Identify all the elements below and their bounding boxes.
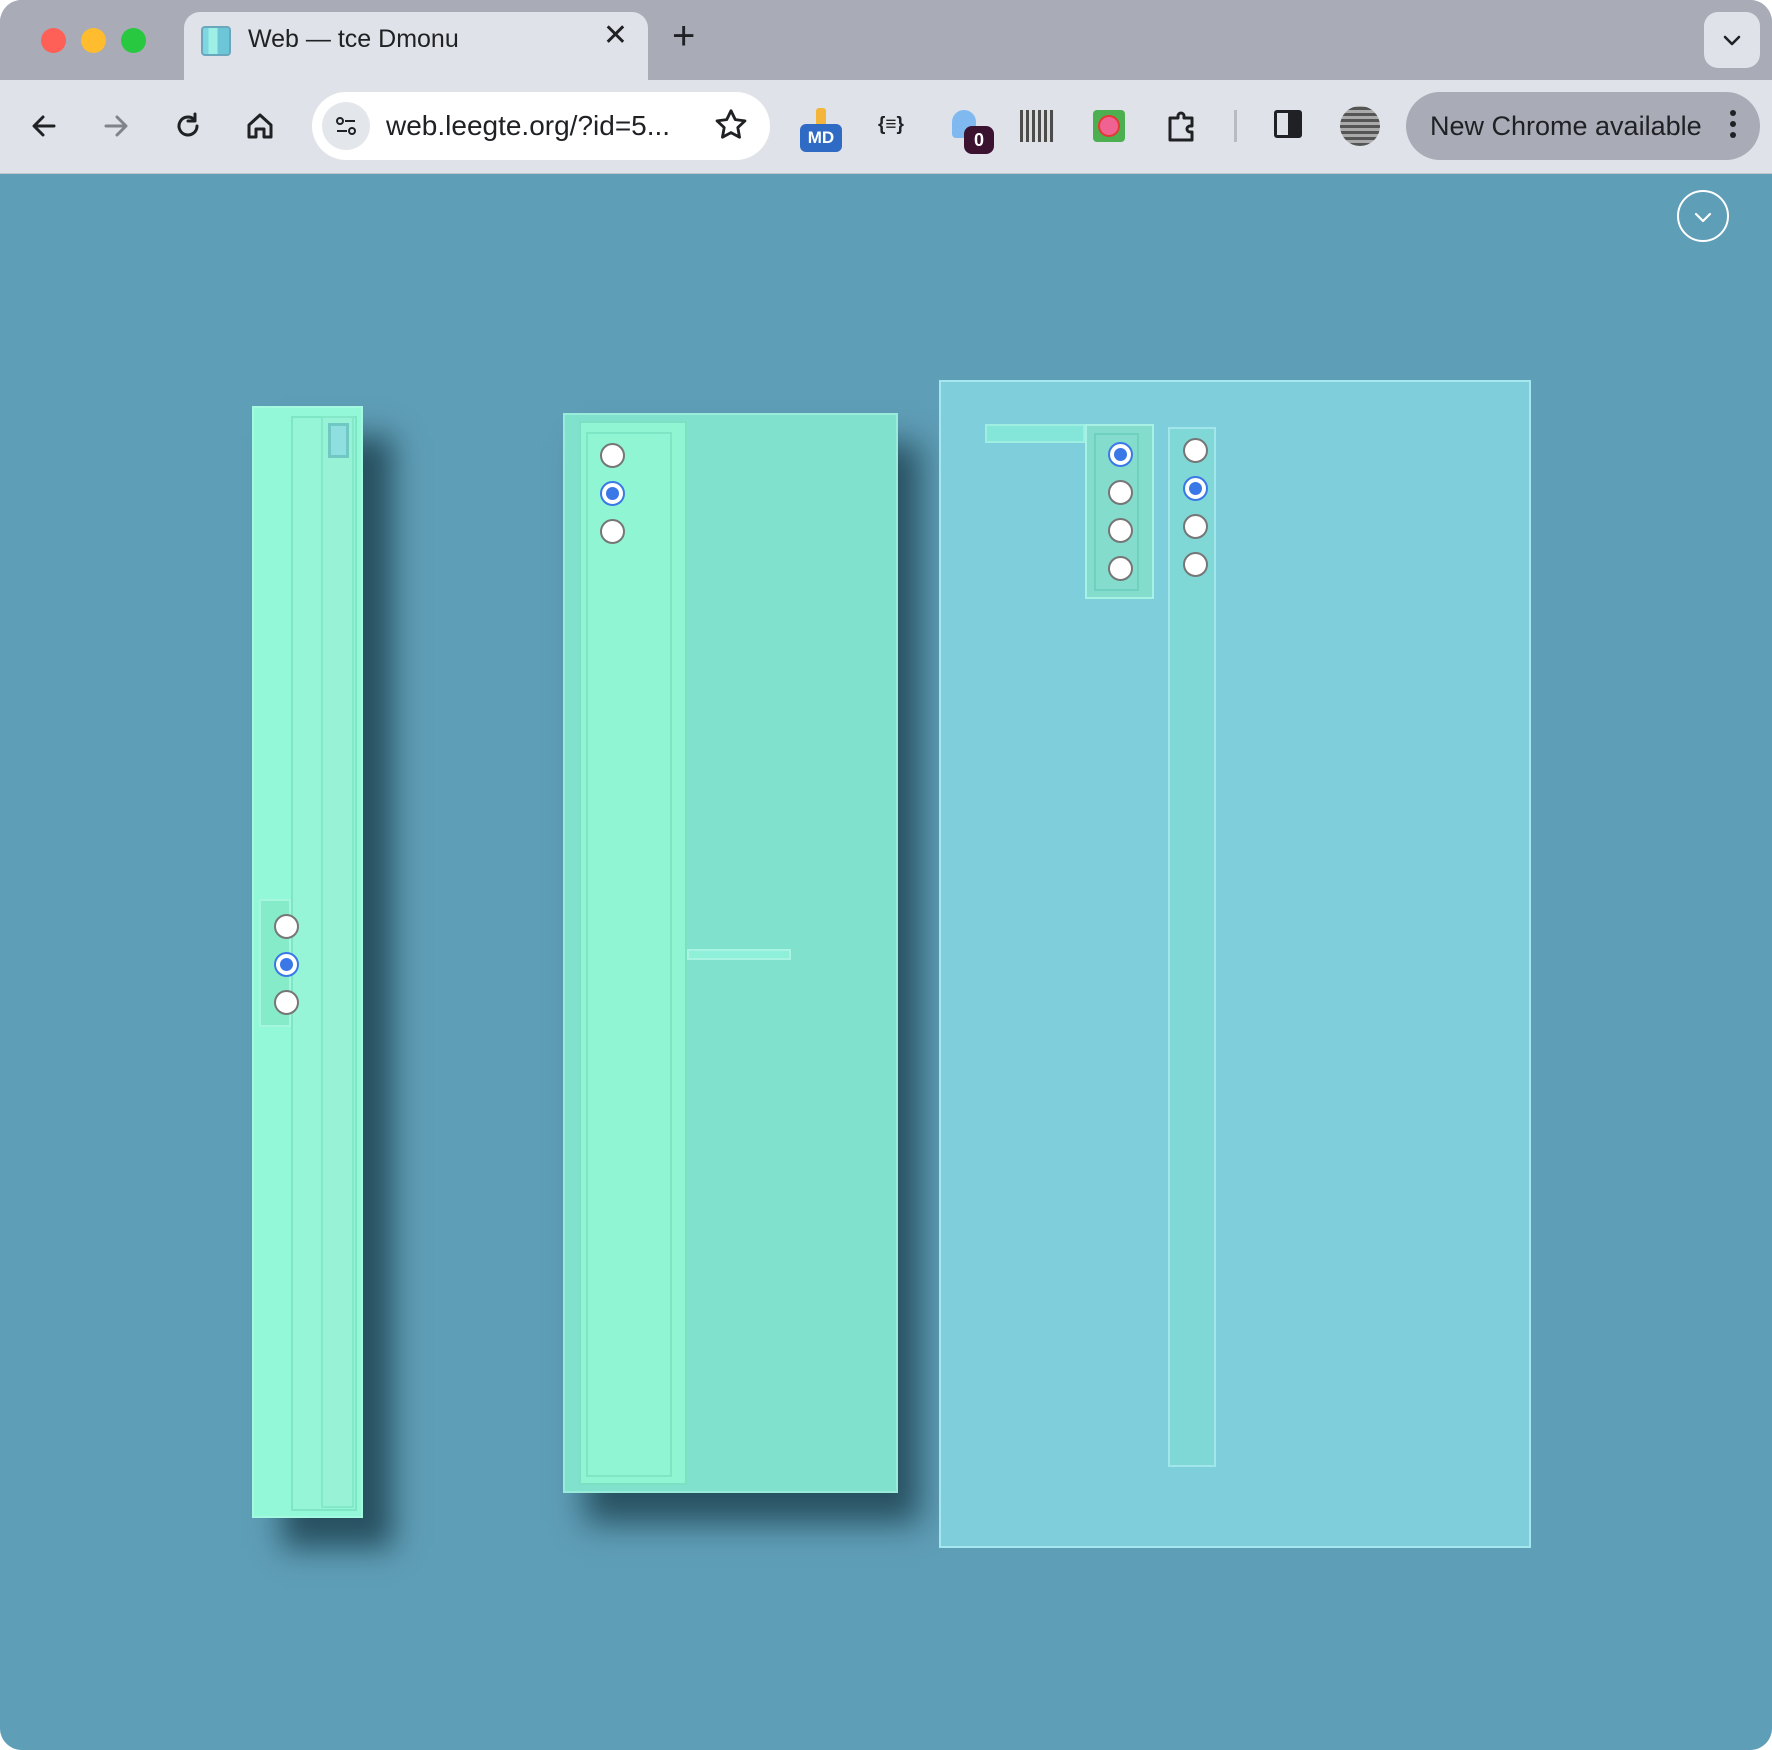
middle-panel-column-inner — [586, 432, 672, 1477]
right-radio-a3[interactable] — [1108, 518, 1133, 543]
close-window-button[interactable] — [41, 28, 66, 53]
right-radio-b3[interactable] — [1183, 514, 1208, 539]
favicon-icon — [201, 26, 231, 56]
side-panel-icon[interactable] — [1274, 110, 1302, 138]
right-radio-b4[interactable] — [1183, 552, 1208, 577]
tab-close-icon[interactable]: ✕ — [603, 21, 628, 51]
left-radio-3[interactable] — [274, 990, 299, 1015]
right-panel-bar — [985, 424, 1085, 443]
left-radio-1[interactable] — [274, 914, 299, 939]
extension-md-icon[interactable]: MD — [800, 124, 842, 152]
browser-window: Web — tce Dmonu ✕ + web.leegte.org/?id=5… — [0, 0, 1772, 1750]
right-panel — [939, 380, 1531, 1548]
site-info-button[interactable] — [322, 102, 370, 150]
url-text: web.leegte.org/?id=5... — [386, 110, 671, 141]
right-radio-group-2 — [1168, 427, 1216, 1467]
right-radio-b1[interactable] — [1183, 438, 1208, 463]
chrome-update-label: New Chrome available — [1430, 111, 1702, 141]
extension-md-icon-top — [816, 108, 826, 124]
profile-avatar[interactable] — [1340, 106, 1380, 146]
tab-strip: Web — tce Dmonu ✕ + — [0, 0, 1772, 80]
back-arrow-icon[interactable] — [26, 108, 62, 144]
forward-arrow-icon[interactable] — [98, 108, 134, 144]
tab-search-button[interactable] — [1704, 12, 1760, 68]
tune-icon — [336, 117, 356, 135]
middle-panel-divider — [687, 949, 791, 960]
address-bar[interactable]: web.leegte.org/?id=5... — [312, 92, 770, 160]
right-radio-a4[interactable] — [1108, 556, 1133, 581]
home-icon[interactable] — [242, 108, 278, 144]
scroll-down-button[interactable] — [1677, 190, 1729, 242]
extension-json-icon[interactable]: {≡} — [878, 114, 904, 136]
middle-radio-3[interactable] — [600, 519, 625, 544]
chevron-down-icon — [1694, 212, 1712, 223]
left-panel-inner-strip — [321, 416, 354, 1508]
chrome-update-button[interactable]: New Chrome available — [1406, 92, 1760, 160]
chevron-down-icon — [1723, 35, 1741, 46]
reload-icon[interactable] — [170, 108, 206, 144]
toolbar-separator — [1234, 110, 1237, 142]
minimize-window-button[interactable] — [81, 28, 106, 53]
left-panel-small-box — [328, 423, 349, 458]
maximize-window-button[interactable] — [121, 28, 146, 53]
tab-title: Web — tce Dmonu — [248, 25, 459, 53]
right-radio-a1[interactable] — [1108, 442, 1133, 467]
tab-active[interactable]: Web — tce Dmonu ✕ — [184, 12, 648, 80]
right-radio-b2[interactable] — [1183, 476, 1208, 501]
bookmark-star-icon[interactable] — [712, 106, 750, 144]
right-radio-a2[interactable] — [1108, 480, 1133, 505]
extension-image-icon[interactable] — [1020, 110, 1054, 142]
left-radio-2[interactable] — [274, 952, 299, 977]
extension-ghost-badge: 0 — [964, 126, 994, 154]
new-tab-button[interactable]: + — [672, 16, 695, 56]
extension-block-icon[interactable] — [1093, 110, 1125, 142]
middle-radio-1[interactable] — [600, 443, 625, 468]
middle-radio-2[interactable] — [600, 481, 625, 506]
extensions-puzzle-icon[interactable] — [1164, 108, 1200, 144]
more-menu-icon[interactable] — [1730, 110, 1736, 143]
